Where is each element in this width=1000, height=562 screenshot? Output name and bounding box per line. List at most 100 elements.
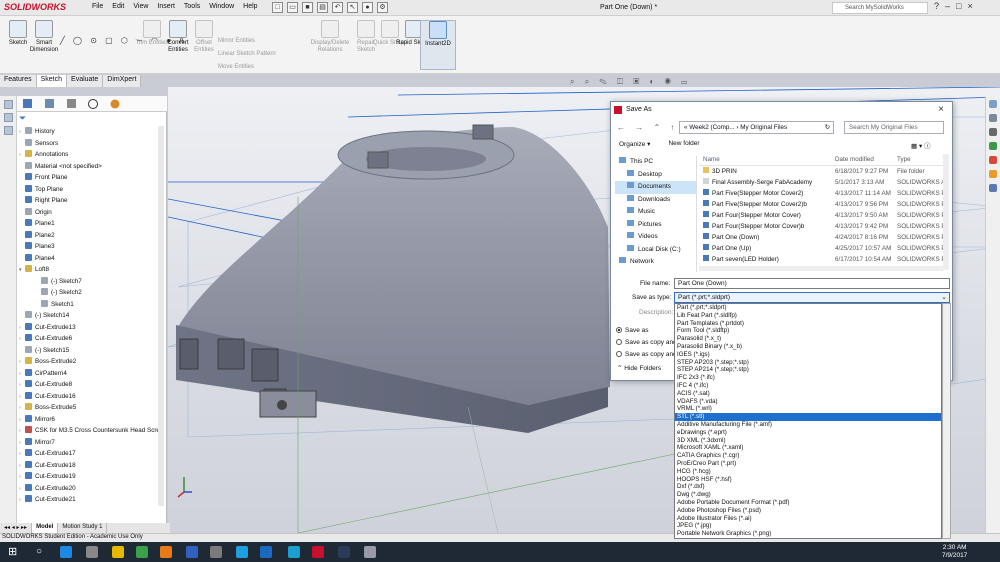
undo-icon[interactable]: ↶ — [332, 2, 343, 13]
app-icon[interactable] — [260, 546, 272, 558]
windows-start-icon[interactable]: ⊞ — [8, 546, 20, 558]
dropdown-scrollbar[interactable] — [942, 303, 951, 539]
close-icon[interactable]: × — [967, 1, 972, 11]
nav-item[interactable]: Downloads — [615, 194, 696, 207]
tree-item[interactable]: › Cut-Extrude21 — [17, 494, 163, 506]
save-type-select[interactable]: Part (*.prt;*.sldprt) ⌄ — [674, 292, 950, 303]
tab-sketch[interactable]: Sketch — [36, 75, 68, 87]
menu-help[interactable]: Help — [243, 3, 257, 10]
nav-item[interactable]: Pictures — [615, 219, 696, 232]
nav-item[interactable]: Documents — [615, 181, 696, 194]
save-icon[interactable]: ■ — [302, 2, 313, 13]
firefox-icon[interactable] — [160, 546, 172, 558]
display-delete-relations-button[interactable]: Display/Delete Relations — [308, 20, 352, 54]
nav-item[interactable]: Music — [615, 206, 696, 219]
tree-item[interactable]: › Cut-Extrude13 — [17, 322, 163, 334]
file-type-option[interactable]: Portable Network Graphics (*.png) — [675, 530, 941, 538]
tree-item[interactable]: (-) Sketch14 — [17, 310, 163, 322]
file-row[interactable]: Part Four(Stepper Motor Cover)b 4/13/2017… — [699, 221, 945, 232]
file-type-option[interactable]: Dxf (*.dxf) — [675, 483, 941, 491]
file-type-option[interactable]: IGES (*.igs) — [675, 351, 941, 359]
tree-item[interactable]: › Mirror6 — [17, 414, 163, 426]
skype-icon[interactable] — [236, 546, 248, 558]
tree-item[interactable]: › Cut-Extrude8 — [17, 379, 163, 391]
file-type-option[interactable]: STEP AP214 (*.step;*.stp) — [675, 366, 941, 374]
tree-item[interactable]: Material <not specified> — [17, 161, 163, 173]
tree-item[interactable]: Plane2 — [17, 230, 163, 242]
rebuild-icon[interactable]: ● — [362, 2, 373, 13]
file-type-option[interactable]: HCG (*.hcg) — [675, 468, 941, 476]
tree-item[interactable]: (-) Sketch15 — [17, 345, 163, 357]
file-type-option[interactable]: STEP AP203 (*.step;*.stp) — [675, 359, 941, 367]
tree-item[interactable]: Top Plane — [17, 184, 163, 196]
dialog-close-icon[interactable]: × — [938, 104, 944, 115]
design-library-icon[interactable] — [989, 114, 997, 122]
file-type-option[interactable]: IFC 2x3 (*.ifc) — [675, 374, 941, 382]
view-palette-icon[interactable] — [989, 142, 997, 150]
file-list-scrollbar[interactable] — [943, 154, 949, 270]
file-list-hscrollbar[interactable] — [699, 266, 943, 271]
file-row[interactable]: Part Five(Stepper Motor Cover2)b 4/13/201… — [699, 199, 945, 210]
file-row[interactable]: 3D PRIN 6/18/2017 9:27 PM File folder — [699, 166, 945, 177]
options-icon[interactable]: ⚙ — [377, 2, 388, 13]
inkscape-icon[interactable] — [210, 546, 222, 558]
new-icon[interactable]: □ — [272, 2, 283, 13]
tree-item[interactable]: › Cut-Extrude16 — [17, 391, 163, 403]
column-date[interactable]: Date modified — [835, 154, 897, 165]
file-row[interactable]: Part Five(Stepper Motor Cover2) 4/13/2017… — [699, 188, 945, 199]
solidworks-taskbar-icon[interactable] — [312, 546, 324, 558]
move-entities-button[interactable]: Move Entities — [218, 64, 254, 70]
nav-item[interactable]: Network — [615, 256, 696, 269]
smart-dimension-button[interactable]: Smart Dimension — [26, 20, 62, 54]
file-explorer-taskbar-icon[interactable] — [86, 546, 98, 558]
tree-item[interactable]: › Cut-Extrude17 — [17, 448, 163, 460]
file-type-option[interactable]: Parasolid Binary (*.x_b) — [675, 343, 941, 351]
custom-properties-icon[interactable] — [989, 170, 997, 178]
file-type-option[interactable]: Adobe Photoshop Files (*.psd) — [675, 507, 941, 515]
dialog-nav-buttons[interactable]: ← → ⌃ ↑ — [617, 123, 678, 132]
chrome-icon[interactable] — [136, 546, 148, 558]
tree-item[interactable]: › Cut-Extrude18 — [17, 460, 163, 472]
nav-item[interactable]: Videos — [615, 231, 696, 244]
menu-window[interactable]: Window — [209, 3, 234, 10]
tab-evaluate[interactable]: Evaluate — [67, 75, 104, 87]
tree-item[interactable]: Right Plane — [17, 195, 163, 207]
file-type-option[interactable]: HOOPS HSF (*.hsf) — [675, 476, 941, 484]
nav-item[interactable]: Local Disk (C:) — [615, 244, 696, 257]
address-bar[interactable]: « Week2 (Comp... › My Original Files ↻ — [679, 121, 834, 134]
file-row[interactable]: Part Four(Stepper Motor Cover) 4/13/2017 … — [699, 210, 945, 221]
edge-icon[interactable] — [60, 546, 72, 558]
file-type-option[interactable]: Dwg (*.dwg) — [675, 491, 941, 499]
file-type-option[interactable]: VRML (*.wrl) — [675, 405, 941, 413]
linear-sketch-pattern-button[interactable]: Linear Sketch Pattern — [218, 51, 276, 57]
organize-button[interactable]: Organize ▾ — [619, 140, 650, 148]
tree-item[interactable]: Plane3 — [17, 241, 163, 253]
radio-save-copy-open[interactable]: Save as copy and o — [616, 351, 682, 358]
radio-save-as[interactable]: Save as — [616, 327, 649, 334]
offset-entities-button[interactable]: Offset Entities — [186, 20, 222, 54]
file-type-option[interactable]: Parasolid (*.x_t) — [675, 335, 941, 343]
tree-item[interactable]: (-) Sketch7 — [17, 276, 163, 288]
file-type-option[interactable]: VDAFS (*.vda) — [675, 398, 941, 406]
tree-item[interactable]: › Cut-Extrude6 — [17, 333, 163, 345]
file-type-option[interactable]: 3D XML (*.3dxml) — [675, 437, 941, 445]
hide-folders-button[interactable]: ⌃ Hide Folders — [617, 364, 661, 372]
file-type-option[interactable]: Part Templates (*.prtdot) — [675, 320, 941, 328]
open-icon[interactable]: ▭ — [287, 2, 298, 13]
file-type-option[interactable]: Form Tool (*.sldftp) — [675, 327, 941, 335]
file-row[interactable]: Part One (Down) 4/24/2017 8:16 PM SOLIDWOR… — [699, 232, 945, 243]
file-type-option[interactable]: STL (*.stl) — [675, 413, 941, 421]
tree-item[interactable]: Origin — [17, 207, 163, 219]
resources-icon[interactable] — [989, 100, 997, 108]
dialog-search-input[interactable]: Search My Original Files — [844, 121, 944, 134]
menu-insert[interactable]: Insert — [157, 3, 175, 10]
collapse-icon[interactable] — [3, 100, 13, 109]
file-row[interactable]: Final Assembly-Serge FabAcademy 5/1/2017 … — [699, 177, 945, 188]
new-folder-button[interactable]: New folder — [668, 140, 699, 148]
tree-item[interactable]: › Boss-Extrude5 — [17, 402, 163, 414]
mysolidworks-search-input[interactable]: Search MySolidWorks — [832, 2, 928, 14]
search-icon[interactable]: ○ — [36, 546, 42, 557]
tab-features[interactable]: Features — [0, 75, 37, 87]
taskbar-clock[interactable]: 2:30 AM 7/9/2017 — [942, 544, 967, 560]
appearances-icon[interactable] — [989, 156, 997, 164]
